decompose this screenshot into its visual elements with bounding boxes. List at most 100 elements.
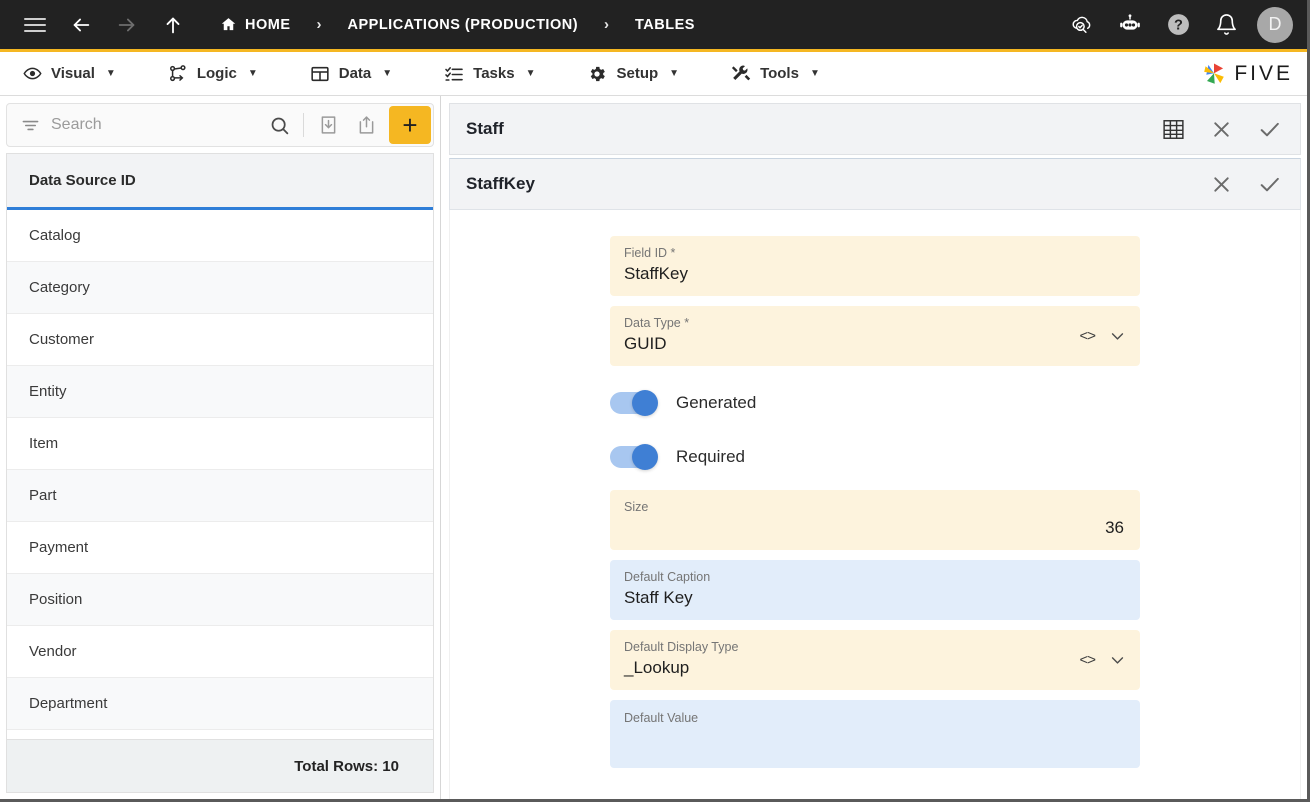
check-icon[interactable] xyxy=(1248,108,1290,150)
search-input[interactable] xyxy=(43,116,260,134)
main-body: + Data Source ID Catalog Category Custom… xyxy=(0,96,1307,799)
menu-label-setup: Setup xyxy=(616,65,659,82)
list-item[interactable]: Category xyxy=(7,262,433,314)
forward-arrow-icon[interactable] xyxy=(110,8,144,42)
list-item-label: Department xyxy=(29,695,108,712)
export-icon[interactable] xyxy=(347,106,385,144)
list-item-label: Vendor xyxy=(29,643,77,660)
menu-item-setup[interactable]: Setup ▼ xyxy=(579,64,697,84)
required-toggle-row: Required xyxy=(610,430,1140,484)
five-pinwheel-icon xyxy=(1200,60,1228,88)
default-display-type-value: _Lookup xyxy=(624,658,690,677)
list-item[interactable]: Customer xyxy=(7,314,433,366)
list-item[interactable]: Department xyxy=(7,678,433,730)
brand-logo: FIVE xyxy=(1200,60,1293,88)
menu-label-data: Data xyxy=(338,65,372,82)
table-panel-actions xyxy=(1152,108,1290,150)
code-brackets-icon[interactable]: <> xyxy=(1079,328,1096,345)
field-panel-header: StaffKey xyxy=(449,158,1301,210)
close-icon[interactable] xyxy=(1200,163,1242,205)
default-caption-input[interactable]: Default Caption Staff Key xyxy=(610,560,1140,620)
field-panel-title: StaffKey xyxy=(466,174,535,193)
field-panel-actions xyxy=(1200,163,1290,205)
list-item[interactable]: Catalog xyxy=(7,210,433,262)
chevron-down-icon: ▼ xyxy=(247,68,258,79)
subpanel-check-icon[interactable] xyxy=(1248,163,1290,205)
grid-icon[interactable] xyxy=(1152,108,1194,150)
list-item[interactable]: Vendor xyxy=(7,626,433,678)
toggle-knob xyxy=(632,444,658,470)
size-label: Size xyxy=(624,500,649,514)
table-panel-header: Staff xyxy=(449,103,1301,155)
list-item[interactable]: Payment xyxy=(7,522,433,574)
menu-item-tasks[interactable]: Tasks ▼ xyxy=(436,64,553,84)
tools-icon xyxy=(731,64,751,84)
default-caption-value: Staff Key xyxy=(624,588,693,607)
home-icon xyxy=(220,16,237,33)
search-toolbar: + xyxy=(6,103,434,147)
field-id-input[interactable]: Field ID * StaffKey xyxy=(610,236,1140,296)
generated-label: Generated xyxy=(676,393,757,412)
menu-item-data[interactable]: Data ▼ xyxy=(302,64,410,84)
import-icon[interactable] xyxy=(309,106,347,144)
generated-toggle[interactable] xyxy=(610,390,658,416)
svg-text:?: ? xyxy=(1174,18,1183,34)
hamburger-menu-icon[interactable] xyxy=(18,8,52,42)
data-type-select[interactable]: Data Type * GUID <> xyxy=(610,306,1140,366)
list-item[interactable]: Entity xyxy=(7,366,433,418)
eye-icon xyxy=(22,64,42,84)
data-source-list: Data Source ID Catalog Category Customer… xyxy=(6,153,434,739)
search-icon[interactable] xyxy=(260,106,298,144)
avatar[interactable]: D xyxy=(1257,6,1293,43)
breadcrumb-label-tables: TABLES xyxy=(635,16,695,33)
size-input[interactable]: Size 36 xyxy=(610,490,1140,550)
list-item[interactable]: Position xyxy=(7,574,433,626)
cloud-check-icon[interactable] xyxy=(1065,8,1099,42)
list-item-label: Catalog xyxy=(29,227,81,244)
back-arrow-icon[interactable] xyxy=(64,8,98,42)
breadcrumb-separator: › xyxy=(316,16,322,33)
default-display-type-select[interactable]: Default Display Type _Lookup <> xyxy=(610,630,1140,690)
default-display-type-adornments: <> xyxy=(1079,652,1126,669)
column-header-data-source-id[interactable]: Data Source ID xyxy=(7,154,433,210)
top-navigation-bar: HOME › APPLICATIONS (PRODUCTION) › TABLE… xyxy=(0,0,1307,52)
required-toggle[interactable] xyxy=(610,444,658,470)
menu-item-logic[interactable]: Logic ▼ xyxy=(160,64,276,84)
close-icon[interactable] xyxy=(1200,108,1242,150)
breadcrumb-item-applications[interactable]: APPLICATIONS (PRODUCTION) xyxy=(344,17,583,33)
checklist-icon xyxy=(444,64,464,84)
breadcrumb-separator: › xyxy=(604,16,610,33)
breadcrumb-item-home[interactable]: HOME xyxy=(216,16,295,33)
chevron-down-icon[interactable] xyxy=(1109,652,1126,669)
data-source-rows: Catalog Category Customer Entity Item Pa… xyxy=(7,210,433,739)
breadcrumb-item-tables[interactable]: TABLES xyxy=(631,17,699,33)
filter-icon[interactable] xyxy=(17,116,43,135)
menu-item-tools[interactable]: Tools ▼ xyxy=(723,64,838,84)
field-id-label: Field ID * xyxy=(624,246,676,260)
default-value-input[interactable]: Default Value xyxy=(610,700,1140,768)
chevron-down-icon: ▼ xyxy=(525,68,536,79)
code-brackets-icon[interactable]: <> xyxy=(1079,652,1096,669)
brand-name: FIVE xyxy=(1234,61,1293,85)
gear-icon xyxy=(587,64,607,84)
up-arrow-icon[interactable] xyxy=(156,8,190,42)
total-rows-label: Total Rows: 10 xyxy=(6,739,434,793)
list-item-label: Position xyxy=(29,591,83,608)
bell-icon[interactable] xyxy=(1209,8,1243,42)
logic-nodes-icon xyxy=(168,64,188,84)
chevron-down-icon: ▼ xyxy=(669,68,680,79)
application-window: HOME › APPLICATIONS (PRODUCTION) › TABLE… xyxy=(0,0,1310,802)
toggle-knob xyxy=(632,390,658,416)
chevron-down-icon[interactable] xyxy=(1109,328,1126,345)
menu-item-visual[interactable]: Visual ▼ xyxy=(14,64,134,84)
list-item[interactable]: Item xyxy=(7,418,433,470)
robot-icon[interactable] xyxy=(1113,8,1147,42)
list-item-label: Customer xyxy=(29,331,95,348)
menu-label-logic: Logic xyxy=(196,65,237,82)
list-item[interactable]: Part xyxy=(7,470,433,522)
required-label: Required xyxy=(676,447,745,466)
toolbar-divider xyxy=(303,113,304,137)
help-icon[interactable]: ? xyxy=(1161,8,1195,42)
add-button[interactable]: + xyxy=(389,106,431,144)
default-value-value xyxy=(624,726,1124,750)
